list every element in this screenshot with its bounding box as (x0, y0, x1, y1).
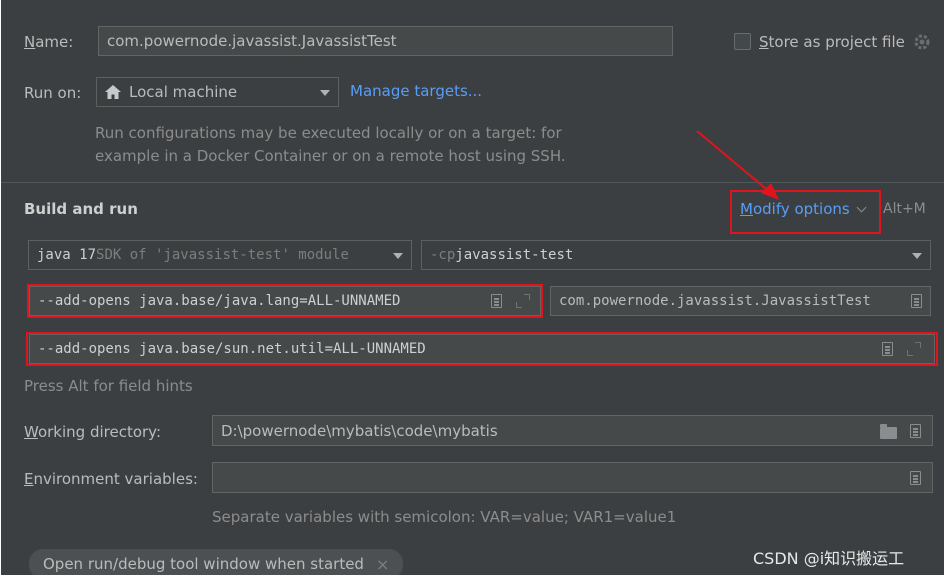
run-on-hint-line1: Run configurations may be executed local… (95, 124, 562, 142)
close-icon[interactable]: × (376, 555, 389, 574)
chevron-down-icon (320, 90, 330, 96)
classpath-module-combo[interactable]: -cp javassist-test (421, 240, 931, 270)
chevron-down-icon (393, 253, 403, 259)
main-class-field[interactable]: com.powernode.javassist.JavassistTest (550, 286, 931, 316)
document-icon[interactable] (911, 294, 922, 308)
home-icon (105, 85, 121, 99)
separator (1, 182, 944, 183)
document-icon[interactable] (910, 424, 921, 438)
environment-variables-hint: Separate variables with semicolon: VAR=v… (212, 508, 677, 526)
open-tool-window-chip[interactable]: Open run/debug tool window when started … (29, 549, 404, 575)
run-on-label: Run on: (24, 84, 82, 102)
document-icon[interactable] (882, 342, 893, 356)
store-as-project-file-label[interactable]: Store as project file (759, 32, 905, 52)
run-configuration-dialog: Name: com.powernode.javassist.JavassistT… (1, 0, 944, 575)
environment-variables-label: Environment variables: (24, 470, 198, 488)
expand-icon[interactable] (907, 342, 921, 356)
field-hints-text: Press Alt for field hints (24, 377, 193, 395)
expand-icon[interactable] (516, 294, 530, 308)
watermark: CSDN @i知识搬运工 (753, 549, 905, 568)
working-directory-field[interactable]: D:\powernode\mybatis\code\mybatis (212, 415, 933, 446)
document-icon[interactable] (910, 471, 921, 485)
environment-variables-field[interactable] (212, 462, 933, 493)
name-field[interactable]: com.powernode.javassist.JavassistTest (98, 26, 673, 56)
run-on-combo[interactable]: Local machine (96, 77, 339, 107)
vm-options-field[interactable]: --add-opens java.base/java.lang=ALL-UNNA… (29, 286, 541, 316)
document-icon[interactable] (491, 294, 502, 308)
jre-sdk-combo[interactable]: java 17 SDK of 'javassist-test' module (28, 240, 412, 270)
modify-options-shortcut: Alt+M (883, 201, 926, 217)
chevron-down-icon (856, 202, 867, 212)
run-on-hint-line2: example in a Docker Container or on a re… (95, 147, 566, 165)
store-as-project-file-checkbox[interactable] (734, 33, 751, 50)
manage-targets-link[interactable]: Manage targets... (350, 82, 482, 100)
annotation-arrow (696, 130, 779, 200)
build-and-run-heading: Build and run (24, 200, 138, 218)
gear-icon[interactable] (913, 33, 931, 51)
chevron-down-icon (912, 253, 922, 259)
name-label: Name: (24, 33, 74, 51)
working-directory-label: Working directory: (24, 423, 162, 441)
folder-icon[interactable] (880, 424, 897, 439)
program-arguments-field[interactable]: --add-opens java.base/sun.net.util=ALL-U… (29, 334, 935, 364)
